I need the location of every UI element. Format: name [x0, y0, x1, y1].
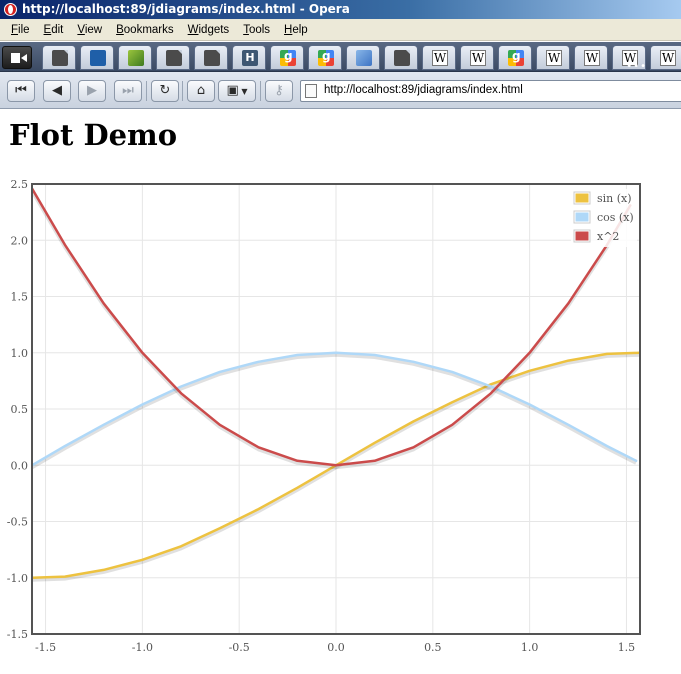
page-icon	[52, 50, 68, 66]
legend-label: sin (x)	[597, 192, 632, 205]
x-tick-label: -1.0	[132, 641, 153, 654]
fast-forward-button[interactable]: ⏭	[114, 80, 142, 102]
browser-tab[interactable]: W	[574, 45, 608, 70]
series-shadow	[32, 189, 633, 470]
browser-tab[interactable]	[42, 45, 76, 70]
address-field[interactable]: http://localhost:89/jdiagrams/index.html	[300, 80, 681, 102]
more-tabs-indicator[interactable]: •••	[626, 61, 647, 72]
rewind-icon: ⏮	[15, 83, 27, 98]
back-arrow-icon: ◀	[52, 83, 62, 98]
page-icon	[394, 50, 410, 66]
google-icon	[508, 49, 524, 66]
x-tick-label: -0.5	[229, 641, 250, 654]
blue-swirl-icon	[90, 50, 106, 66]
x-tick-label: -1.5	[35, 641, 56, 654]
browser-tab[interactable]	[346, 45, 380, 70]
home-icon: ⌂	[196, 83, 206, 98]
wikipedia-icon: W	[660, 50, 676, 66]
browser-tab[interactable]: W	[422, 45, 456, 70]
menu-bookmarks[interactable]: Bookmarks	[109, 24, 181, 36]
h-icon: H	[242, 50, 258, 66]
y-tick-label: 0.5	[11, 403, 29, 416]
wikipedia-icon: W	[584, 50, 600, 66]
browser-tab[interactable]: W	[460, 45, 494, 70]
x-tick-label: 0.5	[424, 641, 442, 654]
google-icon	[280, 49, 296, 66]
menu-bar: File Edit View Bookmarks Widgets Tools H…	[0, 19, 681, 41]
menu-widgets[interactable]: Widgets	[181, 24, 237, 36]
wand-button[interactable]: ⚷	[265, 80, 293, 102]
browser-tab[interactable]	[194, 45, 228, 70]
series-shadow	[32, 352, 638, 470]
toolbar-separator	[146, 81, 147, 101]
cube-icon	[356, 50, 372, 66]
reload-icon: ↻	[159, 83, 171, 98]
browser-tab[interactable]	[80, 45, 114, 70]
browser-tab[interactable]	[308, 45, 342, 70]
legend-swatch	[575, 212, 589, 222]
menu-view[interactable]: View	[70, 24, 109, 36]
menu-help[interactable]: Help	[277, 24, 315, 36]
fast-forward-icon: ⏭	[122, 83, 134, 98]
closed-tabs-button[interactable]	[2, 46, 32, 69]
y-tick-label: 1.5	[11, 291, 29, 304]
browser-tab[interactable]	[498, 45, 532, 70]
browser-tab[interactable]: W	[650, 45, 681, 70]
page-icon	[166, 50, 182, 66]
google-icon	[318, 49, 334, 66]
y-tick-label: 1.0	[11, 347, 29, 360]
closed-tabs-icon	[11, 53, 27, 63]
page-heading: Flot Demo	[9, 118, 178, 152]
legend-swatch	[575, 231, 589, 241]
x-tick-label: 1.0	[521, 641, 539, 654]
wikipedia-icon: W	[470, 50, 486, 66]
menu-file[interactable]: File	[4, 24, 37, 36]
chevron-down-icon: ▼	[238, 87, 248, 96]
browser-tab[interactable]	[384, 45, 418, 70]
series-line-2	[32, 187, 632, 467]
x-tick-label: 1.5	[618, 641, 636, 654]
home-button[interactable]: ⌂	[187, 80, 215, 102]
legend-label: x^2	[597, 230, 619, 243]
toolbar-separator	[260, 81, 261, 101]
legend-label: cos (x)	[597, 211, 634, 224]
forward-arrow-icon: ▶	[87, 83, 97, 98]
opera-logo-icon	[4, 3, 17, 16]
menu-edit[interactable]: Edit	[37, 24, 71, 36]
x-tick-label: 0.0	[327, 641, 345, 654]
browser-tab[interactable]	[270, 45, 304, 70]
image-icon: ▣	[226, 83, 239, 98]
flot-chart: -1.5 -1.0 -0.5 0.0 0.5 1.0 1.5 2.5 2.0 1.5 1.0 0.5 0…	[7, 178, 641, 654]
wikipedia-icon: W	[432, 50, 448, 66]
key-icon: ⚷	[274, 83, 284, 98]
browser-tab[interactable]	[118, 45, 152, 70]
forward-button[interactable]: ▶	[78, 80, 106, 102]
browser-tab[interactable]: W	[536, 45, 570, 70]
y-tick-label: 2.5	[11, 178, 29, 191]
y-tick-label: -0.5	[7, 516, 28, 529]
navigation-toolbar: ⏮ ◀ ▶ ⏭ ↻ ⌂ ▣ ▼ ⚷ http://localhost:89/jd…	[0, 72, 681, 109]
wikipedia-icon: W	[546, 50, 562, 66]
rewind-button[interactable]: ⏮	[7, 80, 35, 102]
toolbar-separator	[182, 81, 183, 101]
address-url[interactable]: http://localhost:89/jdiagrams/index.html	[324, 84, 523, 96]
window-title-bar: http://localhost:89/jdiagrams/index.html…	[0, 0, 681, 19]
y-tick-label: 2.0	[11, 234, 29, 247]
menu-tools[interactable]: Tools	[236, 24, 277, 36]
y-tick-label: -1.0	[7, 572, 28, 585]
browser-tab[interactable]	[156, 45, 190, 70]
reload-button[interactable]: ↻	[151, 80, 179, 102]
page-icon	[204, 50, 220, 66]
images-menu-button[interactable]: ▣ ▼	[218, 80, 256, 102]
legend-swatch	[575, 193, 589, 203]
page-icon	[305, 84, 317, 98]
back-button[interactable]: ◀	[43, 80, 71, 102]
y-tick-label: -1.5	[7, 628, 28, 641]
browser-tab[interactable]: H	[232, 45, 266, 70]
tab-bar: HWWWWWW •••	[0, 42, 681, 72]
window-title: http://localhost:89/jdiagrams/index.html…	[22, 2, 350, 16]
green-grass-icon	[128, 50, 144, 66]
y-tick-label: 0.0	[11, 459, 29, 472]
